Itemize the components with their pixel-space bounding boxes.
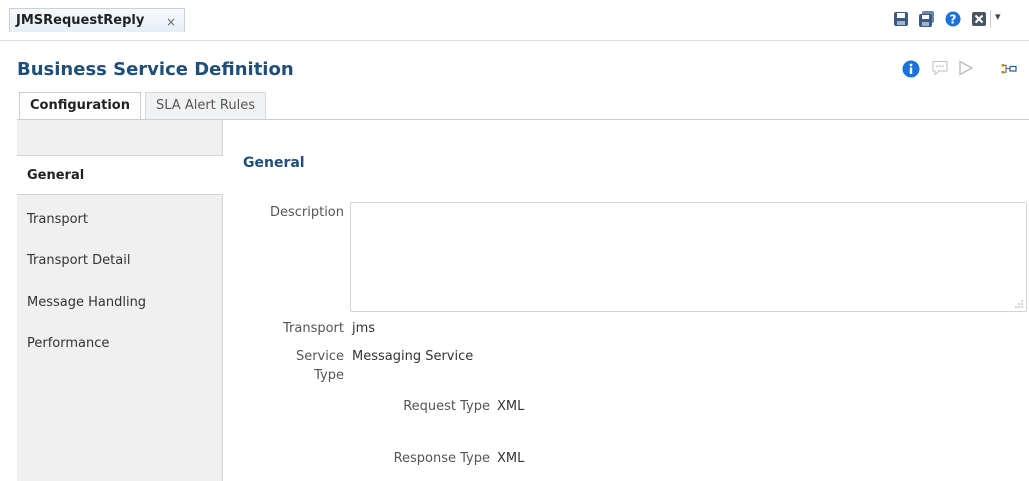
tab-configuration[interactable]: Configuration <box>19 92 141 120</box>
nav-item-general[interactable]: General <box>17 155 223 195</box>
svg-text:?: ? <box>950 13 957 27</box>
request-type-value: XML <box>497 399 525 414</box>
close-tab-icon[interactable]: × <box>166 15 176 29</box>
play-icon[interactable] <box>958 60 974 76</box>
info-icon[interactable] <box>902 60 920 78</box>
nav-item-message-handling[interactable]: Message Handling <box>27 295 146 310</box>
editor-tab-jmsrequestreply[interactable]: JMSRequestReply × <box>9 8 185 32</box>
nav-item-performance[interactable]: Performance <box>27 336 109 351</box>
service-type-value: Messaging Service <box>352 349 474 364</box>
request-type-label: Request Type <box>403 399 490 414</box>
section-title: General <box>243 155 305 171</box>
editor-tab-label: JMSRequestReply <box>16 13 145 28</box>
save-all-icon[interactable] <box>919 11 935 27</box>
close-all-icon[interactable] <box>971 11 987 27</box>
toolbar-separator <box>990 10 991 28</box>
service-type-label-line2: Type <box>314 368 344 383</box>
description-label: Description <box>269 205 344 220</box>
description-textarea[interactable] <box>350 202 1027 312</box>
resize-grip-icon[interactable] <box>1015 300 1023 308</box>
transport-label: Transport <box>282 321 344 336</box>
nav-item-transport-detail[interactable]: Transport Detail <box>27 253 130 268</box>
nav-item-transport[interactable]: Transport <box>27 212 88 227</box>
response-type-value: XML <box>497 451 525 466</box>
chevron-down-icon[interactable]: ▾ <box>995 10 1001 23</box>
save-icon[interactable] <box>893 11 909 27</box>
help-icon[interactable]: ? <box>945 11 961 27</box>
transport-value: jms <box>352 321 376 336</box>
service-type-label: Service <box>295 349 344 364</box>
response-type-label: Response Type <box>393 451 490 466</box>
tab-sla-alert-rules[interactable]: SLA Alert Rules <box>145 92 266 119</box>
comment-icon[interactable] <box>931 60 949 76</box>
export-icon[interactable] <box>1001 63 1017 75</box>
page-title: Business Service Definition <box>17 59 294 80</box>
